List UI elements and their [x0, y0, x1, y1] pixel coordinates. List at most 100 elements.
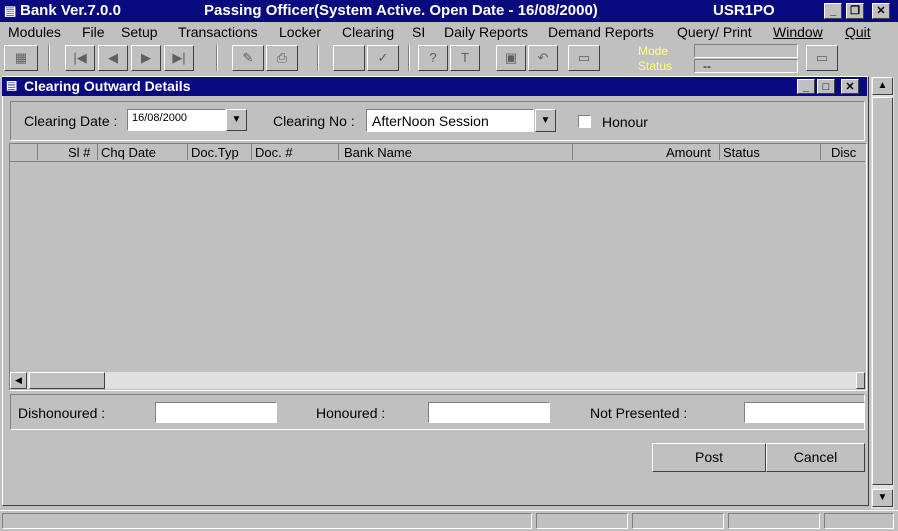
- clearing-date-label: Clearing Date :: [24, 113, 118, 129]
- col-divider: [187, 144, 188, 160]
- col-disc[interactable]: Disc: [831, 145, 856, 160]
- scroll-left-button[interactable]: ◀: [10, 372, 27, 389]
- honoured-label: Honoured :: [316, 405, 386, 421]
- save-button[interactable]: ▣: [496, 45, 526, 71]
- clearing-date-dropdown-button[interactable]: ▼: [226, 109, 247, 131]
- main-vertical-scrollbar[interactable]: ▲ ▼: [871, 77, 894, 509]
- not-presented-label: Not Presented :: [590, 405, 688, 421]
- mode-label: Mode: [638, 44, 669, 58]
- col-divider: [251, 144, 252, 160]
- restore-icon: ❐: [850, 5, 860, 17]
- child-minimize-button[interactable]: _: [797, 79, 815, 94]
- accept-button[interactable]: ✓: [367, 45, 399, 71]
- chevron-down-icon: ▼: [231, 114, 242, 125]
- col-chq-date[interactable]: Chq Date: [101, 145, 156, 160]
- menu-locker[interactable]: Locker: [279, 24, 321, 40]
- grid-header: Sl # Chq Date Doc.Typ Doc. # Bank Name A…: [10, 144, 865, 162]
- first-record-icon: |◀: [73, 50, 87, 65]
- child-title-bar: ▤ Clearing Outward Details _ □ ✕: [2, 77, 867, 96]
- tool-icon: ▦: [14, 50, 28, 65]
- grid-horizontal-scrollbar[interactable]: ◀: [10, 372, 865, 389]
- toolbar-tool-button[interactable]: ▦: [4, 45, 38, 71]
- clearing-grid[interactable]: [9, 143, 867, 391]
- child-maximize-button[interactable]: □: [817, 79, 835, 94]
- menu-window[interactable]: Window: [773, 24, 823, 40]
- check-icon: ✓: [377, 50, 389, 65]
- col-amount[interactable]: Amount: [666, 145, 711, 160]
- chevron-down-icon: ▼: [540, 115, 551, 126]
- minimize-icon: _: [829, 5, 837, 17]
- clearing-no-dropdown-button[interactable]: ▼: [535, 109, 556, 132]
- child-close-button[interactable]: ✕: [841, 79, 859, 94]
- clearing-no-select[interactable]: AfterNoon Session: [366, 109, 534, 132]
- status-label: Status: [638, 59, 673, 73]
- print-icon: ⎙: [276, 50, 288, 65]
- col-divider: [97, 144, 98, 160]
- menu-si[interactable]: SI: [412, 24, 425, 40]
- dishonoured-field[interactable]: [155, 402, 277, 423]
- last-record-button[interactable]: ▶|: [164, 45, 194, 71]
- app-subtitle: Passing Officer(System Active. Open Date…: [204, 2, 598, 19]
- previous-record-button[interactable]: ◀: [98, 45, 128, 71]
- menu-demand-reports[interactable]: Demand Reports: [548, 24, 654, 40]
- honour-label: Honour: [602, 114, 648, 130]
- close-button[interactable]: ✕: [872, 3, 890, 19]
- text-icon: T: [461, 50, 469, 65]
- edit-icon: ✎: [242, 50, 254, 65]
- not-presented-field[interactable]: [744, 402, 865, 423]
- menu-quit[interactable]: Quit: [845, 24, 871, 40]
- menu-file[interactable]: File: [82, 24, 105, 40]
- next-record-button[interactable]: ▶: [131, 45, 161, 71]
- minimize-icon: _: [802, 81, 810, 93]
- scroll-down-button[interactable]: ▼: [872, 489, 893, 507]
- status-cell: [728, 513, 820, 529]
- help-button[interactable]: ?: [418, 45, 448, 71]
- close-icon: ✕: [876, 5, 886, 17]
- undo-button[interactable]: ↶: [528, 45, 558, 71]
- arrow-up-icon: ▲: [877, 80, 888, 91]
- blank-button[interactable]: [333, 45, 365, 71]
- col-doc-typ[interactable]: Doc.Typ: [191, 145, 239, 160]
- row-selector-header: [10, 144, 38, 160]
- col-doc-no[interactable]: Doc. #: [255, 145, 293, 160]
- text-button[interactable]: T: [450, 45, 480, 71]
- status-cell: [632, 513, 724, 529]
- scroll-right-button[interactable]: [856, 372, 865, 389]
- next-record-icon: ▶: [141, 50, 151, 65]
- menu-daily-reports[interactable]: Daily Reports: [444, 24, 528, 40]
- status-bar: [0, 510, 898, 531]
- edit-button[interactable]: ✎: [232, 45, 264, 71]
- honoured-field[interactable]: [428, 402, 550, 423]
- first-record-button[interactable]: |◀: [65, 45, 95, 71]
- toolbar-separator: [317, 45, 319, 71]
- scroll-thumb[interactable]: [872, 97, 893, 485]
- col-status[interactable]: Status: [723, 145, 760, 160]
- folder-icon: ▭: [577, 50, 591, 65]
- menu-setup[interactable]: Setup: [121, 24, 158, 40]
- menu-clearing[interactable]: Clearing: [342, 24, 394, 40]
- honour-checkbox[interactable]: [578, 115, 591, 128]
- status-cell: [536, 513, 628, 529]
- folder-button[interactable]: ▭: [568, 45, 600, 71]
- post-button[interactable]: Post: [652, 443, 766, 472]
- cancel-button[interactable]: Cancel: [766, 443, 865, 472]
- menu-modules[interactable]: Modules: [8, 24, 61, 40]
- clearing-date-field[interactable]: 16/08/2000: [127, 109, 226, 131]
- arrow-down-icon: ▼: [877, 492, 888, 503]
- mode-value: [694, 44, 798, 58]
- restore-button[interactable]: ❐: [846, 3, 864, 19]
- help-icon: ?: [429, 50, 437, 65]
- minimize-button[interactable]: _: [824, 3, 842, 19]
- status-cell: [824, 513, 894, 529]
- exit-button[interactable]: ▭: [806, 45, 838, 71]
- col-sl[interactable]: Sl #: [68, 145, 90, 160]
- undo-icon: ↶: [537, 50, 549, 65]
- scroll-up-button[interactable]: ▲: [872, 77, 893, 95]
- previous-record-icon: ◀: [108, 50, 118, 65]
- menu-query-print[interactable]: Query/ Print: [677, 24, 752, 40]
- menu-transactions[interactable]: Transactions: [178, 24, 258, 40]
- scroll-thumb[interactable]: [29, 372, 105, 389]
- col-bank-name[interactable]: Bank Name: [344, 145, 412, 160]
- col-divider: [719, 144, 720, 160]
- print-button[interactable]: ⎙: [266, 45, 298, 71]
